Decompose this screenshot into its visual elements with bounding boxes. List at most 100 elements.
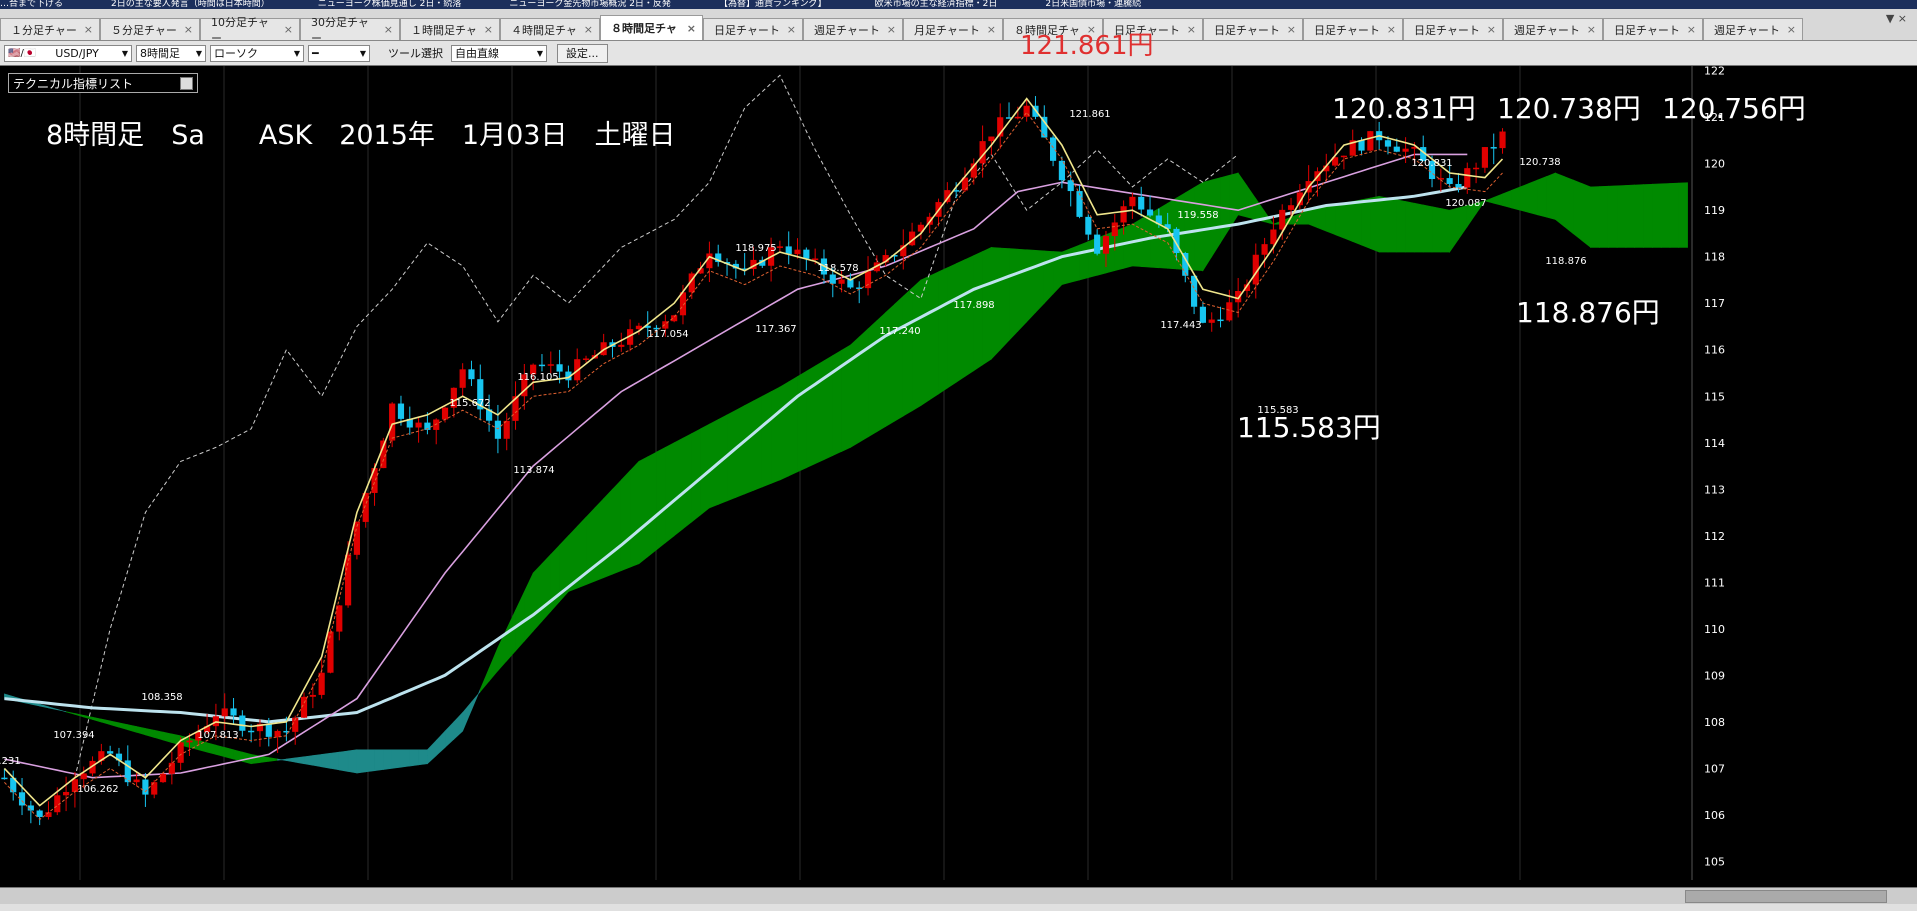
ticker-item[interactable]: ニューヨーク金先物市場概況 2日・反発: [509, 0, 671, 9]
candle-body: [177, 742, 184, 763]
ichimoku-cloud-segment: [409, 749, 419, 767]
tab-label: 日足チャート: [1214, 23, 1280, 37]
tab-label: 日足チャート: [714, 23, 780, 37]
ticker-item[interactable]: 2日の主な要人発言（時間は日本時間）: [111, 0, 270, 9]
close-icon[interactable]: ×: [1587, 23, 1596, 36]
chevron-down-icon: ▼: [293, 48, 300, 58]
ichimoku-cloud-segment: [1678, 182, 1688, 248]
ichimoku-cloud-segment: [1246, 184, 1257, 220]
close-icon[interactable]: ×: [484, 23, 493, 36]
tab-chart[interactable]: １分足チャー ×: [0, 18, 100, 40]
technical-indicator-list[interactable]: テクニカル指標リスト: [8, 73, 198, 93]
tab-menu-controls[interactable]: ▼ ×: [1886, 12, 1907, 25]
close-icon[interactable]: ×: [1187, 23, 1196, 36]
ichimoku-cloud-segment: [973, 251, 983, 372]
candle-body: [864, 271, 872, 289]
candle-body: [265, 723, 272, 737]
close-icon[interactable]: ×: [1387, 23, 1396, 36]
price-label: 117.367: [755, 324, 796, 335]
y-tick-label: 115: [1704, 390, 1725, 403]
close-icon[interactable]: ×: [184, 23, 193, 36]
scrollbar-thumb[interactable]: [1685, 890, 1887, 903]
ichimoku-cloud-segment: [1026, 249, 1036, 323]
news-ticker[interactable]: …合まで下げる 2日の主な要人発言（時間は日本時間） ニューヨーク株価見通し 2日・…: [0, 0, 1917, 9]
y-tick-label: 106: [1704, 809, 1725, 822]
close-icon[interactable]: ×: [887, 23, 896, 36]
price-annotation-1: 120.831円: [1332, 92, 1476, 125]
candle-body: [1367, 131, 1374, 151]
close-icon[interactable]: ×: [987, 23, 996, 36]
ichimoku-cloud-segment: [612, 479, 622, 575]
ichimoku-cloud-segment: [947, 263, 957, 389]
ticker-item[interactable]: …合まで下げる: [0, 0, 63, 9]
ichimoku-cloud-segment: [1414, 202, 1424, 253]
chevron-down-icon: ▼: [121, 48, 128, 58]
price-label: 118.876: [1545, 256, 1586, 267]
tab-chart[interactable]: 週足チャート ×: [1703, 18, 1803, 40]
close-icon[interactable]: ×: [584, 23, 593, 36]
chart-tab-bar: １分足チャー × ５分足チャー × 10分足チャー × 30分足チャー × １時間足チャ × ４時間…: [0, 9, 1917, 41]
ichimoku-cloud-segment: [65, 711, 76, 715]
tab-chart[interactable]: 月足チャート ×: [903, 18, 1003, 40]
close-icon[interactable]: ×: [1687, 23, 1696, 36]
ticker-item[interactable]: 2日米国債市場・連騰続: [1045, 0, 1141, 9]
info-side: ASK: [258, 120, 313, 151]
ichimoku-cloud-segment: [929, 271, 939, 401]
close-icon[interactable]: ×: [384, 23, 393, 36]
ichimoku-cloud-segment: [964, 255, 975, 378]
tab-chart[interactable]: 10分足チャー ×: [200, 16, 300, 40]
price-annotation-2: 120.738円: [1497, 92, 1641, 125]
tab-chart[interactable]: 日足チャート ×: [1303, 18, 1403, 40]
tab-chart[interactable]: 週足チャート ×: [803, 18, 903, 40]
price-chart[interactable]: 10/20～10/27～11/3～11/10～11/17～11/24～12/1～…: [0, 66, 1917, 887]
line-style-select[interactable]: ━ ▼: [308, 44, 370, 62]
tab-chart[interactable]: 日足チャート ×: [1203, 18, 1303, 40]
tab-chart[interactable]: ４時間足チャ ×: [500, 18, 600, 40]
currency-pair-select[interactable]: 🇺🇸/🇯🇵 USD/JPY ▼: [4, 44, 132, 62]
ichimoku-cloud-segment: [1555, 172, 1565, 228]
ichimoku-cloud-segment: [1352, 199, 1362, 246]
ichimoku-cloud-segment: [1493, 193, 1503, 206]
ichimoku-cloud-segment: [744, 400, 754, 495]
close-icon[interactable]: ×: [687, 22, 696, 35]
tab-chart[interactable]: ５分足チャー ×: [100, 18, 200, 40]
window-toggle-icon[interactable]: [180, 76, 193, 90]
ticker-item[interactable]: ニューヨーク株価見通し 2日・続落: [318, 0, 462, 9]
tab-chart[interactable]: ８時間足チャ ×: [600, 15, 703, 40]
ichimoku-cloud-segment: [885, 303, 895, 428]
ichimoku-cloud-segment: [1343, 201, 1354, 243]
y-tick-label: 111: [1704, 576, 1725, 589]
tab-chart[interactable]: １時間足チャ ×: [400, 18, 500, 40]
tab-label: 10分足チャー: [211, 15, 269, 41]
candle-body: [538, 364, 546, 367]
close-icon[interactable]: ×: [787, 23, 796, 36]
chevron-down-icon: ▼: [536, 48, 543, 58]
close-icon[interactable]: ×: [1287, 23, 1296, 36]
close-icon[interactable]: ×: [84, 23, 93, 36]
horizontal-scrollbar[interactable]: [0, 887, 1917, 904]
candle-body: [776, 246, 783, 248]
timeframe-select[interactable]: 8時間足 ▼: [136, 44, 206, 62]
tab-chart[interactable]: 日足チャート ×: [1603, 18, 1703, 40]
tab-chart[interactable]: 週足チャート ×: [1503, 18, 1603, 40]
close-icon[interactable]: ×: [284, 23, 293, 36]
settings-button[interactable]: 設定...: [557, 43, 608, 63]
candle-body: [1499, 131, 1506, 149]
ticker-item[interactable]: 【為替】通貨ランキング】: [719, 0, 827, 9]
ichimoku-cloud-segment: [1378, 195, 1389, 253]
drawing-tool-select[interactable]: 自由直線 ▼: [451, 44, 547, 62]
tab-chart[interactable]: 日足チャート ×: [1403, 18, 1503, 40]
close-icon[interactable]: ×: [1787, 23, 1796, 36]
ichimoku-cloud-segment: [1440, 208, 1450, 253]
chart-type-select[interactable]: ローソク ▼: [210, 44, 304, 62]
tab-chart[interactable]: 日足チャート ×: [703, 18, 803, 40]
ticker-item[interactable]: 欧米市場の主な経済指標・2日: [875, 0, 998, 9]
close-icon[interactable]: ×: [1487, 23, 1496, 36]
timeframe-value: 8時間足: [140, 47, 180, 60]
candle-body: [1146, 209, 1154, 216]
tool-select-label: ツール選択: [388, 47, 443, 60]
ichimoku-cloud-segment: [1229, 172, 1239, 230]
ichimoku-cloud-segment: [1361, 197, 1371, 250]
tab-chart[interactable]: 30分足チャー ×: [300, 16, 400, 40]
ichimoku-cloud-segment: [1634, 184, 1644, 248]
